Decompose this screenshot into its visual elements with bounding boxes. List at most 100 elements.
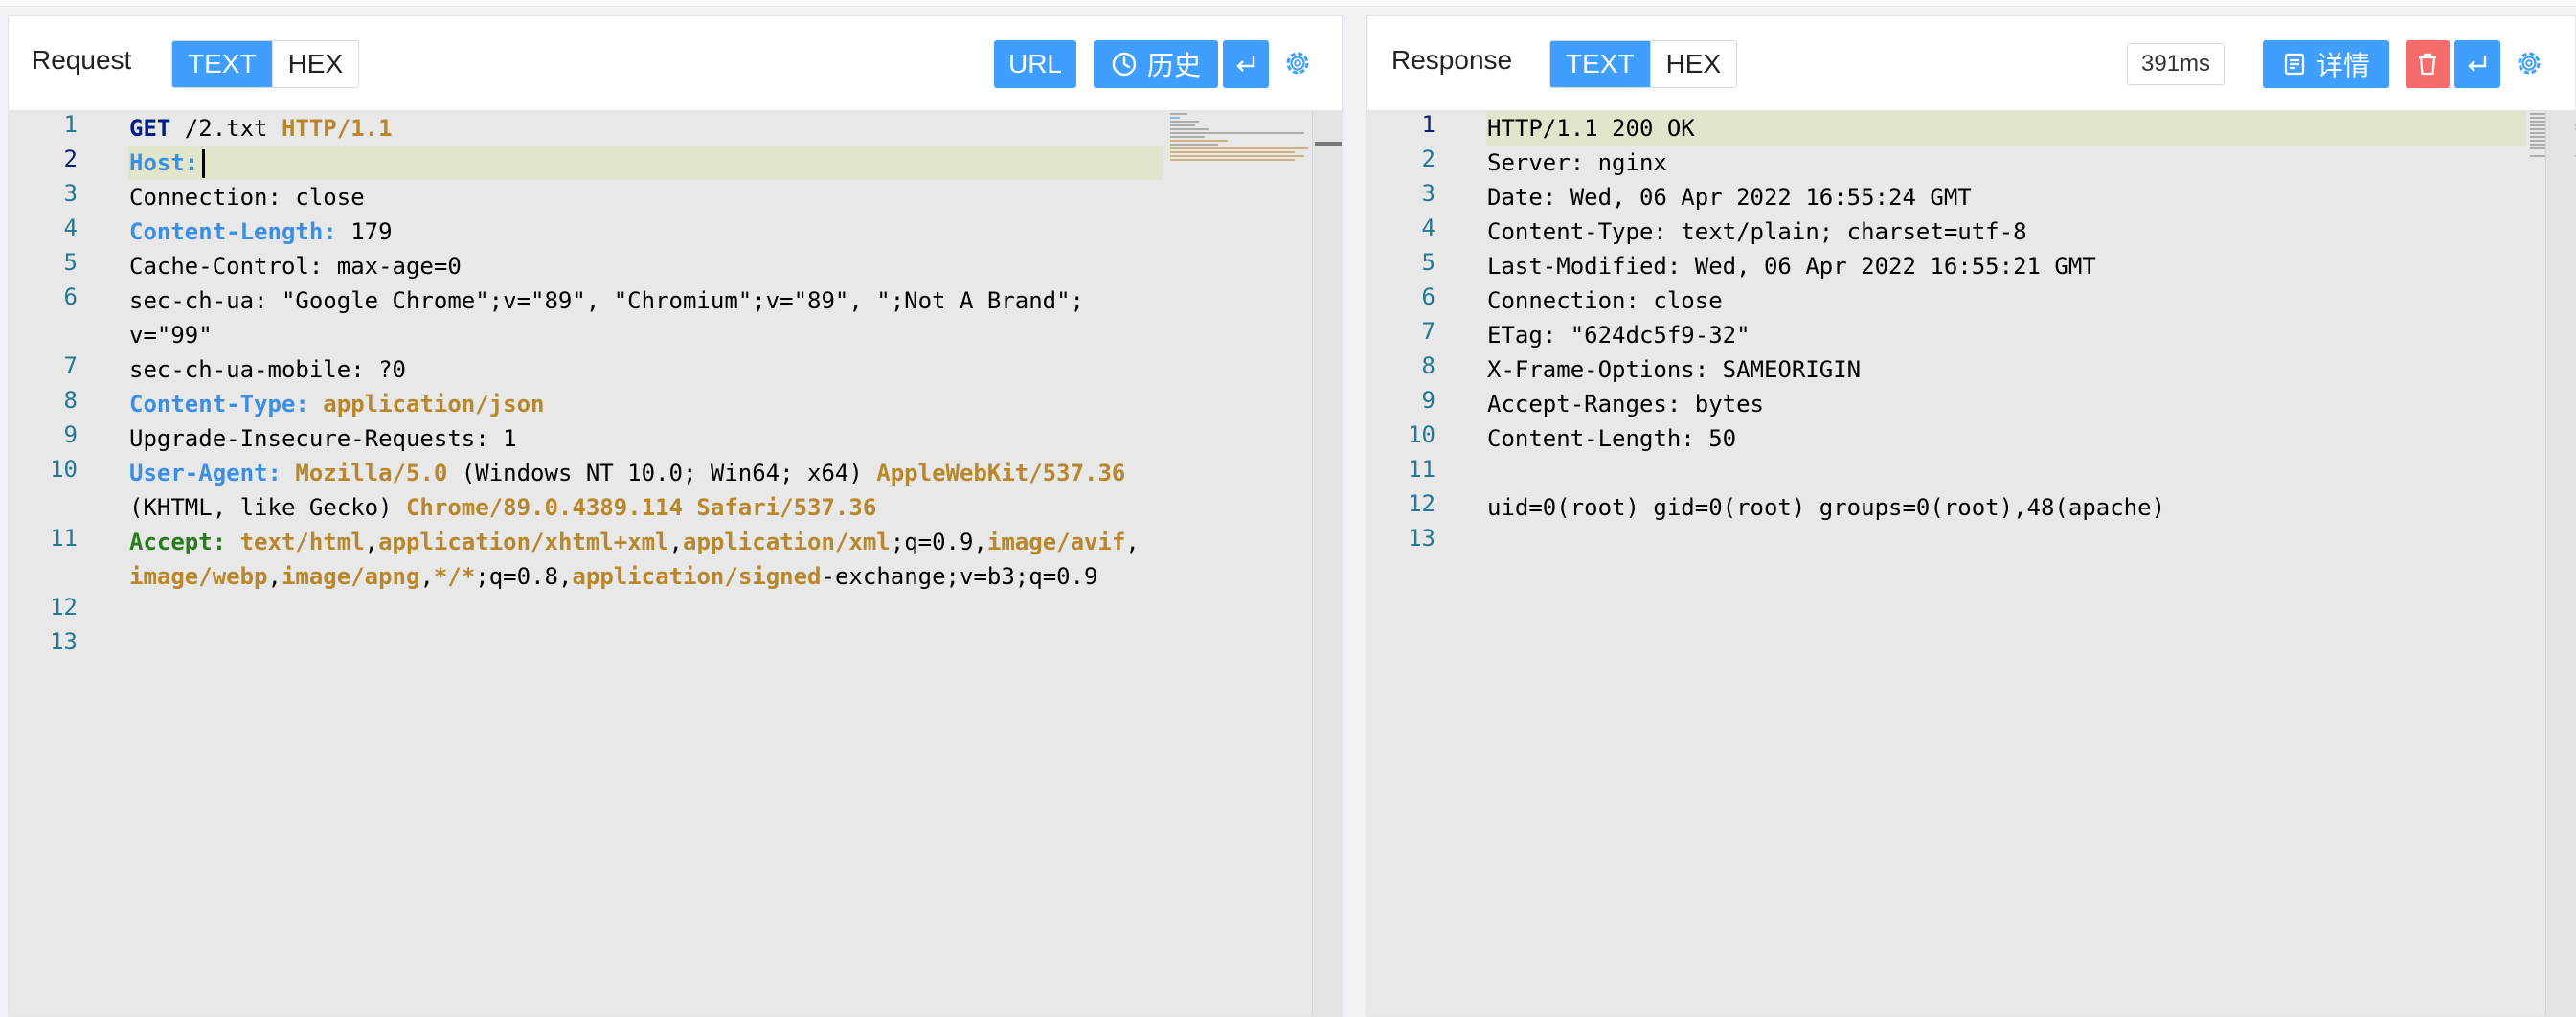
request-hex-tab[interactable]: HEX [271,41,359,87]
line-number: 5 [63,249,78,276]
code-line: Accept: text/html,application/xhtml+xml,… [129,529,1140,555]
code-line: X-Frame-Options: SAMEORIGIN [1487,356,1862,383]
code-line: Date: Wed, 06 Apr 2022 16:55:24 GMT [1487,184,1972,211]
line-number: 2 [63,146,78,172]
minimap-line [1170,113,1187,115]
line-number: 3 [1421,180,1435,207]
gear-icon[interactable] [2514,48,2544,79]
line-number: 4 [1421,215,1435,241]
request-editor[interactable]: 1 2 3 4 5 6 7 8 9 10 11 12 13 GET /2.txt… [9,111,1342,1016]
code-line: Last-Modified: Wed, 06 Apr 2022 16:55:21… [1487,253,2096,280]
text-cursor [202,149,206,178]
line-number: 4 [63,215,78,241]
line-number: 7 [1421,318,1435,345]
code-line: Host: [129,146,206,180]
code-line: (KHTML, like Gecko) Chrome/89.0.4389.114… [129,494,877,521]
minimap-line [1170,140,1228,142]
scrollbar-thumb[interactable] [1315,142,1342,146]
line-number: 3 [63,180,78,207]
line-number: 6 [63,283,78,310]
response-scrollbar[interactable] [2545,111,2575,1016]
line-number: 10 [1408,421,1435,448]
history-button-label: 历史 [1146,51,1201,80]
code-line: Accept-Ranges: bytes [1487,391,1764,418]
code-line: sec-ch-ua-mobile: ?0 [129,356,406,383]
line-number: 2 [1421,146,1435,172]
line-number: 5 [1421,249,1435,276]
code-line: Server: nginx [1487,149,1667,176]
clock-icon [1112,52,1137,77]
code-line: User-Agent: Mozilla/5.0 (Windows NT 10.0… [129,460,1126,486]
list-icon [2284,53,2305,76]
line-number: 1 [63,111,78,138]
minimap-line [1170,124,1195,126]
minimap-line [1170,159,1295,161]
minimap-line [1170,155,1304,157]
code-line: HTTP/1.1 200 OK [1487,115,1695,142]
code-line: Content-Type: application/json [129,391,545,418]
response-text-tab[interactable]: TEXT [1550,41,1650,87]
url-button[interactable]: URL [994,40,1076,88]
request-title: Request [32,45,132,75]
code-line: Connection: close [129,184,365,211]
code-line: Upgrade-Insecure-Requests: 1 [129,425,517,452]
minimap-line [1170,128,1209,130]
response-time-badge: 391ms [2127,43,2226,85]
detail-button[interactable]: 详情 [2263,40,2389,88]
minimap-line [1170,132,1304,134]
line-number: 8 [1421,352,1435,379]
minimap-line [2530,117,2545,119]
request-minimap[interactable] [1163,111,1316,169]
line-number: 11 [50,525,78,552]
line-number: 1 [1421,111,1435,138]
url-button-label: URL [1007,49,1062,79]
response-wrap-button[interactable] [2454,40,2500,88]
code-line: Connection: close [1487,287,1723,314]
request-scrollbar[interactable] [1312,111,1342,1016]
minimap-line [1170,147,1308,149]
line-number: 9 [1421,387,1435,414]
detail-button-label: 详情 [2316,51,2370,80]
line-number: 9 [63,421,78,448]
code-line: v="99" [129,322,213,349]
response-editor[interactable]: 1 HTTP/1.1 200 OK 2 Server: nginx 3 Date: Wed… [1367,111,2576,1016]
code-line: Content-Length: 50 [1487,425,1737,452]
minimap-line [1170,117,1180,119]
response-title: Response [1391,45,1513,75]
current-line-highlight [128,146,1163,180]
top-bar [0,0,2576,7]
history-button[interactable]: 历史 [1094,40,1218,88]
minimap-line [1170,136,1205,138]
wrap-icon [2468,56,2487,72]
code-line: uid=0(root) gid=0(root) groups=0(root),4… [1487,494,2166,521]
line-number: 8 [63,387,78,414]
response-header: Response TEXT HEX 391ms 详情 [1367,16,2575,111]
line-number: 12 [50,594,78,621]
line-number: 12 [1408,490,1435,517]
request-panel: Request TEXT HEX URL 历史 1 2 3 4 5 6 7 8 … [8,15,1343,1017]
request-header: Request TEXT HEX URL 历史 [9,16,1342,111]
code-line: Content-Type: text/plain; charset=utf-8 [1487,218,2027,245]
response-mode-toggle: TEXT HEX [1549,40,1738,88]
line-number: 13 [50,628,78,655]
request-text-tab[interactable]: TEXT [172,41,272,87]
minimap-line [1170,151,1295,153]
code-line: image/webp,image/apng,*/*;q=0.8,applicat… [129,563,1098,590]
line-number: 7 [63,352,78,379]
code-line: GET /2.txt HTTP/1.1 [129,115,393,142]
minimap-line [1170,144,1218,146]
request-mode-toggle: TEXT HEX [171,40,360,88]
delete-button[interactable] [2406,40,2450,88]
response-hex-tab[interactable]: HEX [1649,41,1737,87]
line-number: 6 [1421,283,1435,310]
line-number: 11 [1408,456,1435,483]
wrap-icon [1236,56,1255,72]
response-panel: Response TEXT HEX 391ms 详情 1 HTTP/1.1 20… [1366,15,2576,1017]
trash-icon [2419,53,2436,76]
code-line: ETag: "624dc5f9-32" [1487,322,1751,349]
line-number: 13 [1408,525,1435,552]
request-wrap-button[interactable] [1223,40,1269,88]
minimap-line [1170,121,1199,123]
gear-icon[interactable] [1282,48,1313,79]
line-number: 10 [50,456,78,483]
